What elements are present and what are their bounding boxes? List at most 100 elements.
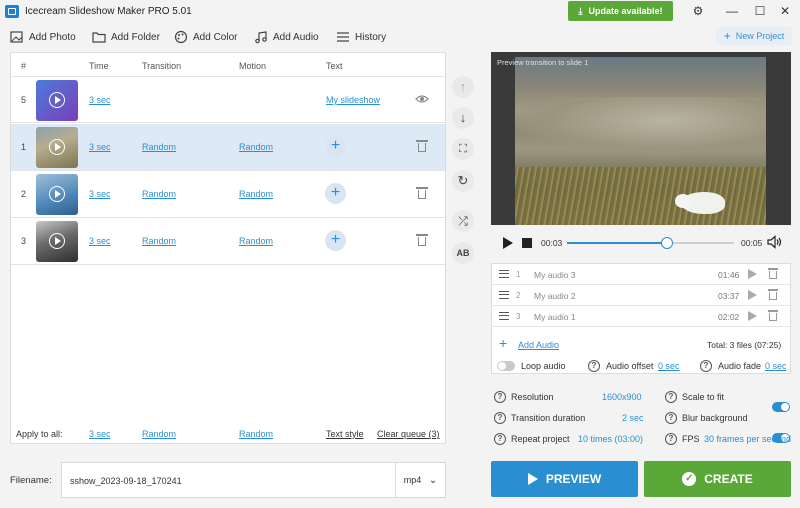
seek-handle[interactable] [661,237,674,249]
audio-fade-value[interactable]: 0 sec [765,361,787,371]
play-icon[interactable] [49,186,65,202]
play-icon[interactable] [49,233,65,249]
apply-motion-link[interactable]: Random [239,429,273,439]
preview-caption: Preview transition to slide 1 [497,58,589,67]
loop-audio-toggle[interactable] [497,361,515,371]
drag-handle-icon[interactable] [499,291,509,299]
add-photo-icon [10,31,23,43]
help-icon[interactable]: ? [494,412,506,424]
slide-time-link[interactable]: 3 sec [89,95,111,105]
help-icon[interactable]: ? [665,391,677,403]
text-ab-icon[interactable]: AB [452,242,474,264]
filename-field[interactable]: sshow_2023-09-18_170241 mp4 ⌄ [61,462,446,498]
history-button[interactable]: History [336,29,386,45]
play-icon[interactable] [49,139,65,155]
create-button[interactable]: ✓ CREATE [644,461,791,497]
audio-fade-label: Audio fade [718,361,762,371]
slide-transition-link[interactable]: Random [142,189,176,199]
slide-thumbnail[interactable] [36,127,78,168]
play-icon[interactable] [748,269,757,279]
maximize-button[interactable]: ☐ [750,3,770,19]
add-photo-button[interactable]: Add Photo [10,29,76,45]
slide-transition-link[interactable]: Random [142,236,176,246]
audio-list-item[interactable]: 1 My audio 3 01:46 [492,264,790,285]
table-row[interactable]: 2 3 sec Random Random + [11,171,445,218]
help-icon[interactable]: ? [665,433,677,445]
format-dropdown[interactable]: mp4 ⌄ [395,463,445,497]
repeat-project-value[interactable]: 10 times (03:00) [578,434,643,444]
help-icon[interactable]: ? [665,412,677,424]
add-photo-label: Add Photo [29,31,76,43]
move-up-button[interactable]: ↑ [452,76,474,98]
drag-handle-icon[interactable] [499,312,509,320]
new-project-button[interactable]: + New Project [716,27,792,45]
drag-handle-icon[interactable] [499,270,509,278]
trash-icon[interactable] [768,268,778,280]
preview-button[interactable]: PREVIEW [491,461,638,497]
slide-motion-link[interactable]: Random [239,189,273,199]
trash-icon[interactable] [416,186,428,200]
audio-offset-value[interactable]: 0 sec [658,361,680,371]
scale-to-fit-toggle[interactable] [772,402,790,412]
trash-icon[interactable] [416,139,428,153]
audio-number: 3 [516,312,521,321]
fps-value[interactable]: 30 frames per second [704,434,791,444]
slide-time-link[interactable]: 3 sec [89,189,111,199]
table-row[interactable]: 5 3 sec My slideshow [11,76,445,123]
seek-slider[interactable] [567,237,734,249]
clear-queue-link[interactable]: Clear queue (3) [377,429,440,439]
slide-text-link[interactable]: My slideshow [326,95,380,105]
help-icon[interactable]: ? [494,391,506,403]
play-icon[interactable] [503,237,513,249]
minimize-button[interactable]: — [722,3,742,19]
add-folder-button[interactable]: Add Folder [92,29,160,45]
trash-icon[interactable] [416,233,428,247]
filename-value[interactable]: sshow_2023-09-18_170241 [70,476,182,486]
slide-time-link[interactable]: 3 sec [89,142,111,152]
add-text-button[interactable]: + [325,183,346,204]
move-down-button[interactable]: ↓ [452,107,474,129]
add-color-button[interactable]: Add Color [174,29,237,45]
slide-motion-link[interactable]: Random [239,142,273,152]
help-icon[interactable]: ? [494,433,506,445]
text-style-link[interactable]: Text style [326,429,364,439]
audio-list-item[interactable]: 3 My audio 1 02:02 [492,306,790,327]
rotate-icon[interactable]: ↻ [452,170,474,192]
row-number: 3 [21,236,27,246]
transition-duration-value[interactable]: 2 sec [622,413,644,423]
slide-thumbnail[interactable] [36,80,78,121]
slide-transition-link[interactable]: Random [142,142,176,152]
trash-icon[interactable] [768,289,778,301]
slide-thumbnail[interactable] [36,221,78,262]
help-icon[interactable]: ? [700,360,712,372]
apply-time-link[interactable]: 3 sec [89,429,111,439]
update-available-button[interactable]: ⤓ Update available! [568,1,673,21]
eye-icon[interactable] [415,94,429,104]
slide-thumbnail[interactable] [36,174,78,215]
slide-time-link[interactable]: 3 sec [89,236,111,246]
table-row[interactable]: 3 3 sec Random Random + [11,218,445,265]
video-preview[interactable]: Preview transition to slide 1 [491,52,791,225]
slide-motion-link[interactable]: Random [239,236,273,246]
trash-icon[interactable] [768,310,778,322]
plus-icon[interactable]: + [499,335,507,351]
table-row[interactable]: 1 3 sec Random Random + [11,124,445,171]
help-icon[interactable]: ? [588,360,600,372]
add-text-button[interactable]: + [325,230,346,251]
crop-icon[interactable]: ⛶ [452,138,474,160]
play-icon[interactable] [748,290,757,300]
add-audio-toolbar-button[interactable]: Add Audio [254,29,319,45]
shuffle-icon[interactable]: ⤮ [452,210,474,232]
add-text-button[interactable]: + [325,136,346,157]
history-label: History [355,31,387,43]
volume-icon[interactable] [767,235,783,249]
stop-icon[interactable] [522,238,532,248]
close-button[interactable]: ✕ [775,3,795,19]
play-icon[interactable] [748,311,757,321]
resolution-value[interactable]: 1600x900 [602,392,642,402]
apply-transition-link[interactable]: Random [142,429,176,439]
audio-list-item[interactable]: 2 My audio 2 03:37 [492,285,790,306]
add-audio-link[interactable]: Add Audio [518,340,559,350]
play-icon[interactable] [49,92,65,108]
settings-gear-icon[interactable]: ⚙ [688,3,708,19]
